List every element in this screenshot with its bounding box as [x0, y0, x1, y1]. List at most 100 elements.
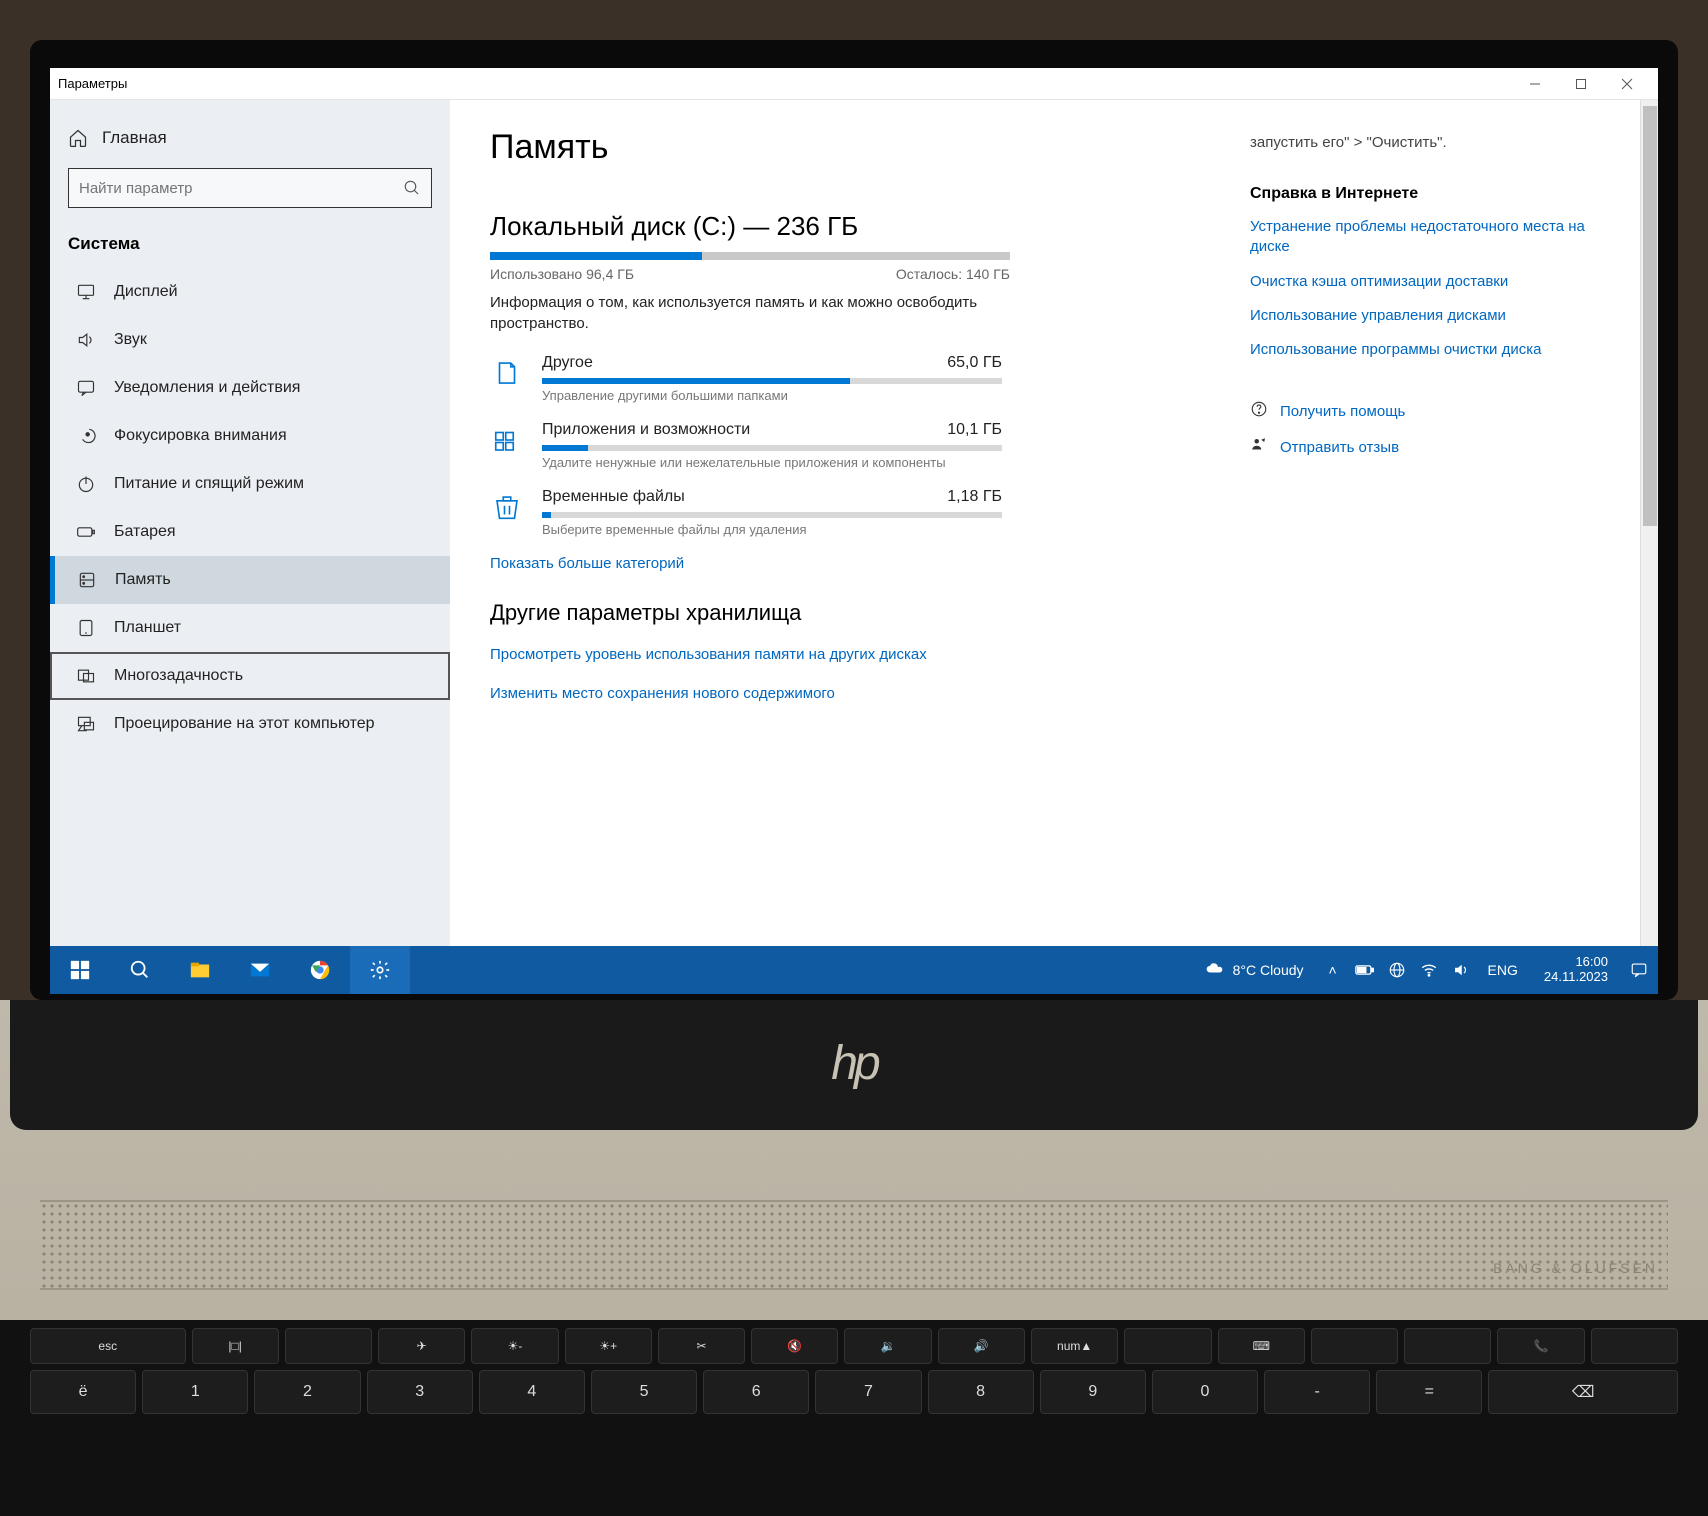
- sidebar-item-sound[interactable]: Звук: [50, 316, 450, 364]
- tray-language[interactable]: ENG: [1482, 962, 1524, 978]
- category-size: 1,18 ГБ: [947, 488, 1002, 506]
- storage-icon: [77, 570, 97, 590]
- disk-title: Локальный диск (C:) — 236 ГБ: [490, 211, 1190, 242]
- feedback-link[interactable]: Отправить отзыв: [1250, 436, 1590, 458]
- breadcrumb-hint: запустить его" > "Очистить".: [1250, 134, 1590, 151]
- other-storage-link[interactable]: Просмотреть уровень использования памяти…: [490, 646, 1190, 663]
- taskbar-clock[interactable]: 16:00 24.11.2023: [1534, 955, 1618, 985]
- sidebar-item-label: Планшет: [114, 619, 181, 637]
- search-box[interactable]: [68, 168, 432, 208]
- sidebar-item-storage[interactable]: Память: [50, 556, 450, 604]
- apps-icon: [490, 423, 524, 457]
- sidebar-item-multitask[interactable]: Многозадачность: [50, 652, 450, 700]
- other-storage-link[interactable]: Изменить место сохранения нового содержи…: [490, 685, 1190, 702]
- temp-icon: [490, 490, 524, 524]
- other-storage-heading: Другие параметры хранилища: [490, 600, 1190, 626]
- key-fn8: 🔉: [844, 1328, 931, 1364]
- sidebar: Главная Система ДисплейЗвукУведомления и…: [50, 100, 450, 946]
- sidebar-item-display[interactable]: Дисплей: [50, 268, 450, 316]
- category-label: Временные файлы: [542, 488, 685, 506]
- storage-category-other[interactable]: Другое 65,0 ГБ Управление другими большими…: [490, 354, 1190, 403]
- window-title: Параметры: [58, 76, 127, 91]
- sidebar-item-label: Питание и спящий режим: [114, 475, 304, 493]
- get-help-label: Получить помощь: [1280, 403, 1405, 420]
- tray-chevron-icon[interactable]: ˄: [1322, 962, 1344, 978]
- close-button[interactable]: [1604, 68, 1650, 100]
- key-fn11: [1124, 1328, 1211, 1364]
- home-link[interactable]: Главная: [50, 118, 450, 158]
- disk-used-label: Использовано 96,4 ГБ: [490, 266, 634, 282]
- key--: -: [1264, 1370, 1370, 1414]
- laptop-chassis: hp BANG & OLUFSEN esc|□|✈☀-☀+✂🔇🔉🔊num▲⌨📞 …: [0, 1000, 1708, 1516]
- sidebar-item-label: Батарея: [114, 523, 176, 541]
- key-fn5: ☀+: [565, 1328, 652, 1364]
- search-input[interactable]: [79, 180, 403, 197]
- vertical-scrollbar[interactable]: [1640, 100, 1658, 946]
- help-link[interactable]: Использование программы очистки диска: [1250, 340, 1590, 360]
- weather-icon: [1205, 960, 1225, 980]
- minimize-button[interactable]: [1512, 68, 1558, 100]
- battery-icon: [76, 522, 96, 542]
- tray-wifi-icon[interactable]: [1418, 961, 1440, 979]
- key-6: 6: [703, 1370, 809, 1414]
- category-label: Другое: [542, 354, 593, 372]
- speaker-grill: [40, 1200, 1668, 1290]
- disk-free-label: Осталось: 140 ГБ: [896, 266, 1010, 282]
- maximize-button[interactable]: [1558, 68, 1604, 100]
- get-help-link[interactable]: Получить помощь: [1250, 400, 1590, 422]
- key-fn3: ✈: [378, 1328, 465, 1364]
- home-icon: [68, 128, 88, 148]
- tray-battery-icon[interactable]: [1354, 963, 1376, 977]
- sidebar-section-title: Система: [50, 226, 450, 268]
- task-search-icon[interactable]: [110, 946, 170, 994]
- project-icon: [76, 714, 96, 734]
- category-bar: [542, 512, 1002, 518]
- key-4: 4: [479, 1370, 585, 1414]
- taskbar-time: 16:00: [1544, 955, 1608, 970]
- sidebar-item-label: Многозадачность: [114, 667, 243, 685]
- sidebar-item-notify[interactable]: Уведомления и действия: [50, 364, 450, 412]
- help-link[interactable]: Использование управления дисками: [1250, 306, 1590, 326]
- help-link[interactable]: Очистка кэша оптимизации доставки: [1250, 272, 1590, 292]
- home-label: Главная: [102, 128, 167, 148]
- tray-action-center-icon[interactable]: [1628, 961, 1650, 979]
- tray-network-icon[interactable]: [1386, 961, 1408, 979]
- category-size: 65,0 ГБ: [947, 354, 1002, 372]
- category-sub: Удалите ненужные или нежелательные прило…: [542, 455, 1002, 470]
- taskbar: 8°C Cloudy ˄ ENG 16:00 24.11.2023: [50, 946, 1658, 994]
- help-link[interactable]: Устранение проблемы недостаточного места…: [1250, 217, 1590, 258]
- start-button[interactable]: [50, 946, 110, 994]
- key-fn0: esc: [30, 1328, 186, 1364]
- key-ё: ё: [30, 1370, 136, 1414]
- category-size: 10,1 ГБ: [947, 421, 1002, 439]
- sidebar-item-focus[interactable]: Фокусировка внимания: [50, 412, 450, 460]
- category-sub: Управление другими большими папками: [542, 388, 1002, 403]
- key-fn7: 🔇: [751, 1328, 838, 1364]
- key-5: 5: [591, 1370, 697, 1414]
- multitask-icon: [76, 666, 96, 686]
- sidebar-item-project[interactable]: Проецирование на этот компьютер: [50, 700, 450, 748]
- scrollbar-thumb[interactable]: [1643, 106, 1657, 526]
- storage-category-apps[interactable]: Приложения и возможности10,1 ГБУдалите н…: [490, 421, 1190, 470]
- task-chrome-icon[interactable]: [290, 946, 350, 994]
- key-fn16: [1591, 1328, 1678, 1364]
- key-2: 2: [254, 1370, 360, 1414]
- key-fn6: ✂: [658, 1328, 745, 1364]
- laptop-keyboard: esc|□|✈☀-☀+✂🔇🔉🔊num▲⌨📞 ё1234567890-=⌫: [0, 1320, 1708, 1516]
- sidebar-item-tablet[interactable]: Планшет: [50, 604, 450, 652]
- sound-icon: [76, 330, 96, 350]
- taskbar-weather[interactable]: 8°C Cloudy: [1205, 960, 1322, 980]
- task-explorer-icon[interactable]: [170, 946, 230, 994]
- tray-volume-icon[interactable]: [1450, 961, 1472, 979]
- task-mail-icon[interactable]: [230, 946, 290, 994]
- sidebar-item-battery[interactable]: Батарея: [50, 508, 450, 556]
- sidebar-item-power[interactable]: Питание и спящий режим: [50, 460, 450, 508]
- storage-description: Информация о том, как используется памят…: [490, 292, 1010, 334]
- storage-category-temp[interactable]: Временные файлы1,18 ГБВыберите временные…: [490, 488, 1190, 537]
- show-more-categories-link[interactable]: Показать больше категорий: [490, 555, 1190, 572]
- content-area: Память Локальный диск (C:) — 236 ГБ Испо…: [450, 100, 1658, 946]
- key-7: 7: [815, 1370, 921, 1414]
- key-9: 9: [1040, 1370, 1146, 1414]
- task-settings-icon[interactable]: [350, 946, 410, 994]
- tablet-icon: [76, 618, 96, 638]
